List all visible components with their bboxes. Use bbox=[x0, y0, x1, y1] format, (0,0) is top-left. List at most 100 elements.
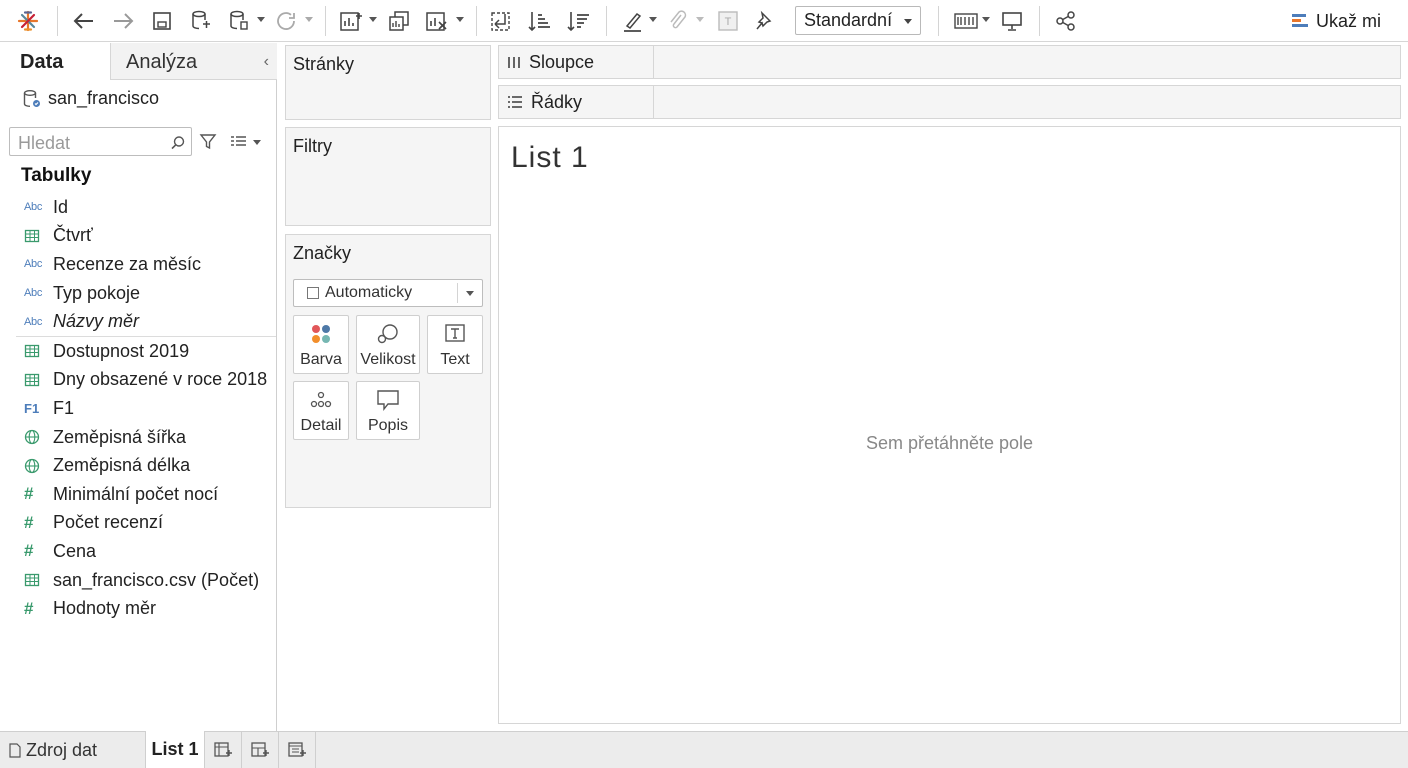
table-icon bbox=[0, 373, 53, 387]
field-item[interactable]: # Počet recenzí bbox=[0, 509, 276, 538]
size-button[interactable]: Velikost bbox=[356, 315, 420, 374]
chevron-down-icon[interactable] bbox=[305, 17, 313, 22]
share-icon[interactable] bbox=[1053, 6, 1079, 36]
size-button-label: Velikost bbox=[360, 351, 416, 368]
text-icon bbox=[428, 323, 482, 345]
new-worksheet-tab-icon[interactable] bbox=[205, 732, 242, 768]
save-icon[interactable] bbox=[149, 6, 175, 36]
collapse-pane-icon[interactable]: ‹ bbox=[264, 53, 269, 71]
chevron-down-icon[interactable] bbox=[369, 17, 377, 22]
rows-icon bbox=[508, 96, 522, 108]
columns-shelf-label: Sloupce bbox=[499, 46, 654, 78]
filter-icon[interactable] bbox=[199, 133, 217, 151]
table-icon bbox=[0, 344, 53, 358]
undo-icon[interactable] bbox=[70, 6, 98, 36]
color-button-label: Barva bbox=[300, 351, 342, 368]
color-button[interactable]: Barva bbox=[293, 315, 349, 374]
detail-button[interactable]: Detail bbox=[293, 381, 349, 440]
field-item[interactable]: Zeměpisná šířka bbox=[0, 423, 276, 452]
show-cards-icon[interactable] bbox=[952, 6, 980, 36]
field-item[interactable]: Abc Recenze za měsíc bbox=[0, 250, 276, 279]
refresh-icon[interactable] bbox=[274, 6, 300, 36]
columns-shelf[interactable]: Sloupce bbox=[498, 45, 1401, 79]
field-name: san_francisco.csv (Počet) bbox=[53, 569, 260, 590]
pause-auto-update-icon[interactable] bbox=[226, 6, 252, 36]
clear-sheet-icon[interactable] bbox=[424, 6, 450, 36]
field-item[interactable]: # Cena bbox=[0, 537, 276, 566]
field-item[interactable]: Čtvrť bbox=[0, 222, 276, 251]
field-item[interactable]: F1 F1 bbox=[0, 394, 276, 423]
field-item[interactable]: # Minimální počet nocí bbox=[0, 480, 276, 509]
highlight-icon[interactable] bbox=[620, 6, 646, 36]
search-input[interactable] bbox=[9, 127, 192, 156]
tab-data[interactable]: Data bbox=[0, 43, 110, 80]
field-name: Id bbox=[53, 196, 69, 217]
show-me-label: Ukaž mi bbox=[1316, 10, 1382, 31]
swap-rows-columns-icon[interactable] bbox=[488, 6, 514, 36]
new-dashboard-tab-icon[interactable] bbox=[242, 732, 279, 768]
sort-ascending-icon[interactable] bbox=[527, 6, 553, 36]
field-item[interactable]: Abc Typ pokoje bbox=[0, 279, 276, 308]
data-source-item[interactable]: san_francisco bbox=[22, 88, 159, 109]
string-type-icon: Abc bbox=[24, 287, 43, 300]
field-name: Zeměpisná délka bbox=[53, 455, 191, 476]
mark-type-select[interactable]: Automaticky bbox=[293, 279, 483, 307]
field-item[interactable]: Abc Názvy měr bbox=[0, 307, 276, 336]
duplicate-sheet-icon[interactable] bbox=[386, 6, 412, 36]
fit-select[interactable]: Standardní bbox=[795, 6, 921, 35]
field-name: Minimální počet nocí bbox=[53, 483, 219, 504]
new-worksheet-icon[interactable] bbox=[337, 6, 365, 36]
field-name: Čtvrť bbox=[53, 225, 93, 246]
toolbar-separator bbox=[938, 6, 939, 36]
sort-descending-icon[interactable] bbox=[566, 6, 592, 36]
worksheet-view[interactable]: List 1 Sem přetáhněte pole bbox=[498, 126, 1401, 724]
chevron-down-icon[interactable] bbox=[982, 17, 990, 22]
field-item[interactable]: Dny obsazené v roce 2018 bbox=[0, 366, 276, 395]
tableau-logo-icon[interactable] bbox=[14, 6, 42, 36]
view-options-icon[interactable] bbox=[230, 135, 248, 149]
field-item[interactable]: Zeměpisná délka bbox=[0, 451, 276, 480]
search-icon[interactable] bbox=[170, 135, 186, 151]
redo-icon[interactable] bbox=[109, 6, 137, 36]
number-type-icon: # bbox=[24, 484, 34, 504]
field-item[interactable]: # Hodnoty měr bbox=[0, 594, 276, 623]
view-title[interactable]: List 1 bbox=[511, 141, 589, 175]
number-type-icon: # bbox=[24, 512, 34, 532]
field-item[interactable]: san_francisco.csv (Počet) bbox=[0, 566, 276, 595]
tab-analysis[interactable]: Analýza ‹ bbox=[110, 43, 277, 80]
tab-data-source[interactable]: Zdroj dat bbox=[0, 732, 146, 768]
chevron-down-icon[interactable] bbox=[257, 17, 265, 22]
database-icon bbox=[23, 89, 40, 107]
chevron-down-icon[interactable] bbox=[456, 17, 464, 22]
new-story-tab-icon[interactable] bbox=[279, 732, 316, 768]
table-icon bbox=[0, 573, 53, 587]
filters-shelf[interactable]: Filtry bbox=[285, 127, 491, 226]
square-mark-icon bbox=[307, 287, 319, 299]
chevron-down-icon[interactable] bbox=[253, 140, 261, 145]
text-button[interactable]: Text bbox=[427, 315, 483, 374]
presentation-mode-icon[interactable] bbox=[999, 6, 1025, 36]
field-name: Zeměpisná šířka bbox=[53, 426, 187, 447]
rows-shelf[interactable]: Řádky bbox=[498, 85, 1401, 119]
sheet-tab-bar: Zdroj dat List 1 bbox=[0, 731, 1408, 768]
pages-shelf[interactable]: Stránky bbox=[285, 45, 491, 120]
show-labels-icon[interactable]: T bbox=[715, 6, 741, 36]
tab-sheet-1[interactable]: List 1 bbox=[146, 731, 205, 768]
field-name: Dny obsazené v roce 2018 bbox=[53, 369, 268, 390]
text-button-label: Text bbox=[440, 351, 470, 368]
field-name: Typ pokoje bbox=[53, 282, 141, 303]
show-me-button[interactable]: Ukaž mi bbox=[1290, 6, 1381, 36]
chevron-down-icon[interactable] bbox=[696, 17, 704, 22]
tab-data-source-label: Zdroj dat bbox=[26, 739, 98, 760]
field-item[interactable]: Dostupnost 2019 bbox=[0, 337, 276, 366]
chevron-down-icon[interactable] bbox=[649, 17, 657, 22]
field-item[interactable]: Abc Id bbox=[0, 193, 276, 222]
tooltip-button[interactable]: Popis bbox=[356, 381, 420, 440]
number-type-icon: # bbox=[24, 598, 34, 618]
columns-icon bbox=[508, 57, 520, 68]
group-icon[interactable] bbox=[665, 6, 691, 36]
columns-shelf-title: Sloupce bbox=[529, 51, 595, 72]
new-data-source-icon[interactable] bbox=[188, 6, 214, 36]
fix-axes-icon[interactable] bbox=[752, 6, 778, 36]
data-pane-tabs: Data Analýza ‹ bbox=[0, 43, 277, 80]
